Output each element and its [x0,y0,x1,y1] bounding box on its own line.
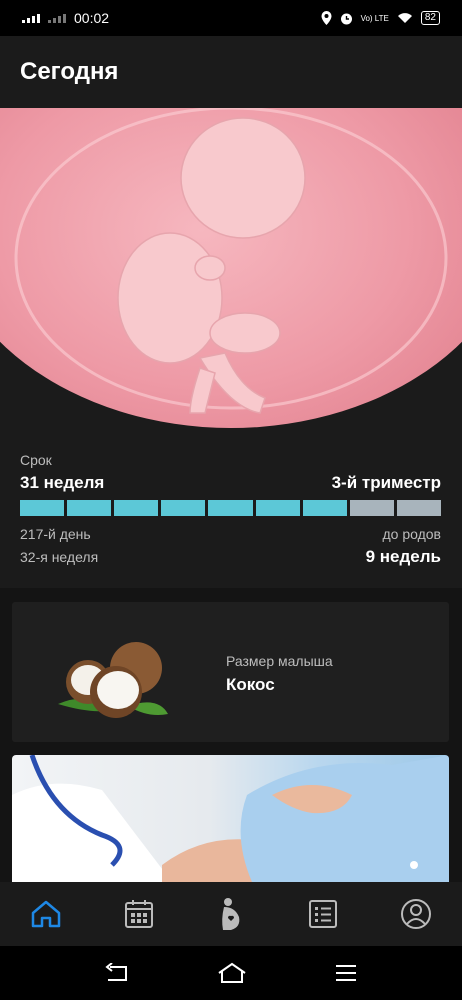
baby-size-value: Кокос [226,675,275,694]
location-icon [321,11,332,25]
current-week: 31 неделя [20,473,105,492]
clock: 00:02 [74,10,110,26]
profile-icon [400,899,431,929]
until-birth-label: до родов [382,526,441,542]
signal-icon [22,14,40,23]
nav-profile[interactable] [396,894,436,934]
home-icon [31,900,61,928]
battery-indicator: 82 [420,11,440,25]
progress-segment [255,500,300,516]
signal-2-icon [48,14,66,23]
baby-size-label: Размер малыша [226,653,333,669]
status-left: 00:02 [22,10,109,26]
progress-segment [67,500,112,516]
wifi-icon [397,13,412,23]
page-title: Сегодня [20,58,119,85]
day-count: 217-й день [20,526,91,542]
doctor-photo-card[interactable] [12,755,449,882]
nav-pregnancy[interactable] [211,894,251,934]
progress-segment [20,500,65,516]
app-header: Сегодня [0,36,462,108]
network-label: Vo) LTE [360,13,389,23]
home-system-icon[interactable] [217,962,247,984]
system-navigation [0,946,462,1000]
alarm-icon [340,13,352,24]
until-birth-value: 9 недель [365,547,441,566]
pregnancy-icon [222,898,240,930]
progress-segment [396,500,441,516]
list-icon [309,900,338,928]
baby-size-card[interactable]: Размер малыша Кокос [12,602,449,742]
doctor-pregnant-photo [12,755,449,882]
nav-articles[interactable] [303,894,343,934]
nav-calendar[interactable] [119,894,159,934]
pregnancy-progress-bar [20,500,441,516]
nav-home[interactable] [26,894,66,934]
fetus-illustration [0,108,462,428]
trimester: 3-й триместр [331,473,441,492]
progress-segment [114,500,159,516]
bottom-navigation [0,882,462,946]
status-bar: 00:02 Vo) LTE 82 [0,0,462,36]
progress-segment [349,500,394,516]
term-card: Срок 31 неделя 3-й триместр 217-й день 3… [0,428,462,588]
progress-segment [208,500,253,516]
back-icon[interactable] [104,963,130,983]
fetus-image [14,108,448,414]
week-current: 32-я неделя [20,549,99,565]
term-label: Срок [20,452,52,468]
coconut-image [58,642,168,718]
status-right: Vo) LTE 82 [321,11,440,25]
calendar-icon [124,900,153,928]
progress-segment [302,500,347,516]
progress-segment [161,500,206,516]
menu-icon[interactable] [334,963,358,983]
